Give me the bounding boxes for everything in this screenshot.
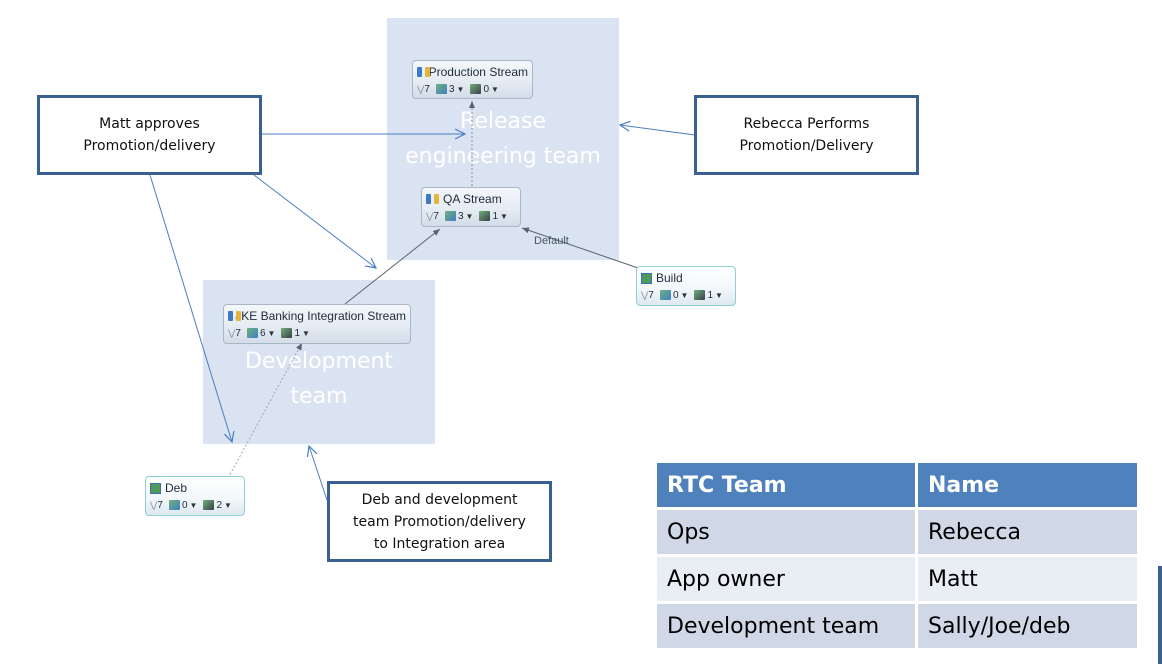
stream-icon bbox=[417, 66, 430, 78]
history-chevron-icon: ⋁ bbox=[417, 83, 425, 94]
dropdown-arrow-icon: ▼ bbox=[456, 84, 465, 94]
outgoing-changes-icon bbox=[479, 211, 491, 221]
flow-deb-to-integration bbox=[227, 342, 303, 479]
name-cell: Matt bbox=[918, 557, 1140, 604]
history-chevron-icon: ⋁ bbox=[641, 289, 649, 300]
workspace-name: Build bbox=[656, 271, 683, 285]
workspace-name: Deb bbox=[165, 481, 188, 495]
incoming-changes-icon bbox=[246, 328, 258, 338]
production-stream-node[interactable]: Production Stream ⋁ 7 3 ▼ 0 ▼ bbox=[412, 60, 533, 99]
stream-name: QA Stream bbox=[443, 192, 502, 206]
team-cell: Ops bbox=[657, 510, 918, 557]
outgoing-changes-dropdown[interactable]: 1 ▼ bbox=[281, 328, 310, 339]
column-header-rtc-team: RTC Team bbox=[657, 463, 918, 510]
dropdown-arrow-icon: ▼ bbox=[267, 328, 276, 338]
history-chevron-icon: ⋁ bbox=[228, 327, 236, 338]
history-chevron-icon: ⋁ bbox=[426, 210, 434, 221]
team-cell: Development team bbox=[657, 604, 918, 651]
edge-shape-border bbox=[1158, 566, 1162, 664]
deb-workspace-node[interactable]: Deb ⋁ 7 0 ▼ 2 ▼ bbox=[145, 476, 245, 516]
history-count: ⋁ 7 bbox=[417, 83, 430, 95]
incoming-changes-dropdown[interactable]: 6 ▼ bbox=[246, 328, 276, 339]
workspace-icon bbox=[641, 272, 652, 284]
qa-stream-node[interactable]: QA Stream ⋁ 7 3 ▼ 1 ▼ bbox=[421, 187, 521, 227]
name-cell: Sally/Joe/deb bbox=[918, 604, 1140, 651]
dropdown-arrow-icon: ▼ bbox=[680, 290, 689, 300]
dropdown-arrow-icon: ▼ bbox=[500, 211, 508, 221]
arrow-deb-callout-to-development bbox=[309, 446, 328, 501]
outgoing-changes-dropdown[interactable]: 2 ▼ bbox=[203, 500, 232, 511]
column-header-name: Name bbox=[918, 463, 1140, 510]
history-count: ⋁ 7 bbox=[426, 210, 439, 222]
dropdown-arrow-icon: ▼ bbox=[189, 500, 198, 510]
incoming-changes-icon bbox=[659, 290, 671, 300]
rtc-team-roles-table: RTC Team Name Ops Rebecca App owner Matt… bbox=[657, 463, 1140, 651]
history-count: ⋁ 7 bbox=[150, 499, 163, 511]
outgoing-changes-dropdown[interactable]: 1 ▼ bbox=[479, 211, 508, 222]
outgoing-changes-icon bbox=[470, 84, 482, 94]
outgoing-changes-icon bbox=[694, 290, 706, 300]
dropdown-arrow-icon: ▼ bbox=[465, 211, 474, 221]
incoming-changes-icon bbox=[444, 211, 456, 221]
incoming-changes-dropdown[interactable]: 3 ▼ bbox=[435, 84, 465, 95]
table-row: Development team Sally/Joe/deb bbox=[657, 604, 1140, 651]
stream-name: JKE Banking Integration Stream bbox=[235, 309, 406, 323]
incoming-changes-icon bbox=[168, 500, 180, 510]
history-chevron-icon: ⋁ bbox=[150, 499, 158, 510]
arrow-matt-to-deb bbox=[149, 174, 232, 442]
arrow-rebecca-to-release bbox=[620, 125, 696, 136]
outgoing-changes-dropdown[interactable]: 0 ▼ bbox=[470, 84, 499, 95]
stream-name: Production Stream bbox=[428, 65, 528, 79]
dropdown-arrow-icon: ▼ bbox=[715, 290, 723, 300]
deb-development-callout: Deb and development team Promotion/deliv… bbox=[327, 481, 552, 562]
arrow-matt-to-development bbox=[253, 174, 376, 268]
dropdown-arrow-icon: ▼ bbox=[224, 500, 232, 510]
history-count: ⋁ 7 bbox=[228, 327, 241, 339]
team-cell: App owner bbox=[657, 557, 918, 604]
dropdown-arrow-icon: ▼ bbox=[302, 328, 310, 338]
workspace-icon bbox=[150, 482, 161, 494]
incoming-changes-dropdown[interactable]: 3 ▼ bbox=[444, 211, 474, 222]
rebecca-performs-callout: Rebecca Performs Promotion/Delivery bbox=[694, 95, 919, 175]
dropdown-arrow-icon: ▼ bbox=[491, 84, 499, 94]
incoming-changes-icon bbox=[435, 84, 447, 94]
matt-approves-callout: Matt approves Promotion/delivery bbox=[37, 95, 262, 175]
build-workspace-node[interactable]: Build ⋁ 7 0 ▼ 1 ▼ bbox=[636, 266, 736, 306]
flow-build-to-qa bbox=[521, 227, 639, 269]
history-count: ⋁ 7 bbox=[641, 289, 654, 301]
table-row: App owner Matt bbox=[657, 557, 1140, 604]
stream-icon bbox=[426, 193, 440, 205]
table-row: Ops Rebecca bbox=[657, 510, 1140, 557]
outgoing-changes-icon bbox=[203, 500, 215, 510]
incoming-changes-dropdown[interactable]: 0 ▼ bbox=[659, 290, 689, 301]
integration-stream-node[interactable]: JKE Banking Integration Stream ⋁ 7 6 ▼ 1 ▼ bbox=[223, 304, 411, 344]
incoming-changes-dropdown[interactable]: 0 ▼ bbox=[168, 500, 198, 511]
flow-integration-to-qa bbox=[344, 228, 441, 305]
outgoing-changes-dropdown[interactable]: 1 ▼ bbox=[694, 290, 723, 301]
name-cell: Rebecca bbox=[918, 510, 1140, 557]
table-header-row: RTC Team Name bbox=[657, 463, 1140, 510]
flow-label-default: Default bbox=[534, 235, 569, 247]
stream-icon bbox=[228, 310, 242, 322]
outgoing-changes-icon bbox=[281, 328, 293, 338]
